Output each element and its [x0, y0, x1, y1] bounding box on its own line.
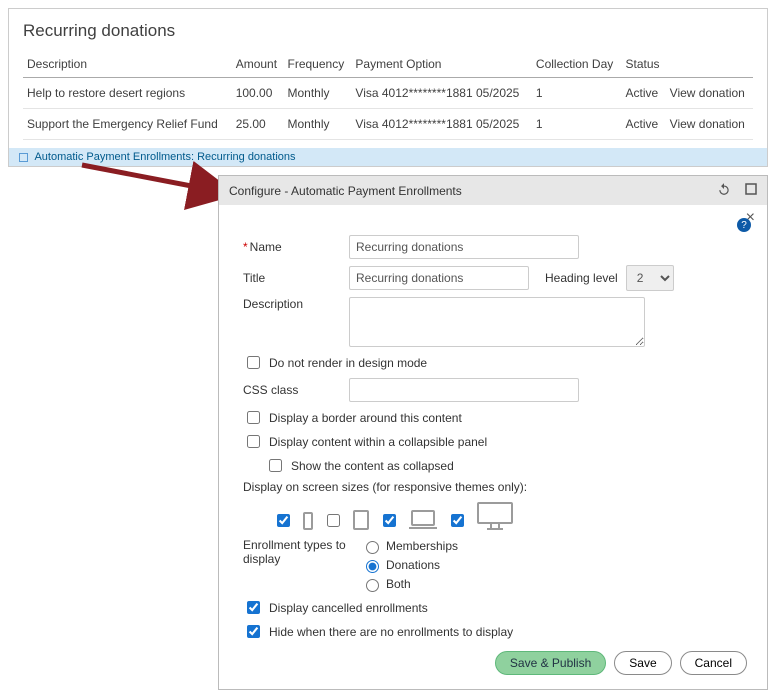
cell-desc: Support the Emergency Relief Fund	[23, 109, 232, 140]
footer-bar[interactable]: Automatic Payment Enrollments: Recurring…	[9, 148, 767, 166]
description-textarea[interactable]	[349, 297, 645, 347]
tablet-icon	[353, 510, 369, 530]
configure-dialog: Configure - Automatic Payment Enrollment…	[218, 175, 768, 690]
collapsible-checkbox[interactable]	[247, 435, 260, 448]
collapsed-label: Show the content as collapsed	[291, 459, 454, 473]
dialog-title: Configure - Automatic Payment Enrollment…	[229, 184, 462, 198]
cell-amount: 25.00	[232, 109, 284, 140]
view-donation-link[interactable]: View donation	[666, 78, 753, 109]
radio-donations[interactable]	[366, 560, 379, 573]
col-payment-option: Payment Option	[351, 51, 531, 78]
col-frequency: Frequency	[284, 51, 352, 78]
laptop-icon	[409, 510, 437, 530]
col-collection-day: Collection Day	[532, 51, 622, 78]
phone-icon	[303, 512, 313, 530]
cell-freq: Monthly	[284, 109, 352, 140]
screen-xs-checkbox[interactable]	[277, 514, 290, 527]
cell-status: Active	[622, 78, 666, 109]
radio-both-label: Both	[386, 577, 411, 591]
cell-day: 1	[532, 109, 622, 140]
donations-table: Description Amount Frequency Payment Opt…	[23, 51, 753, 140]
description-label: Description	[243, 297, 341, 311]
footer-text: Automatic Payment Enrollments: Recurring…	[34, 151, 295, 163]
cell-pay: Visa 4012********1881 05/2025	[351, 109, 531, 140]
radio-donations-label: Donations	[386, 558, 440, 572]
hide-empty-label: Hide when there are no enrollments to di…	[269, 625, 513, 639]
save-button[interactable]: Save	[614, 651, 671, 675]
cell-freq: Monthly	[284, 78, 352, 109]
do-not-render-label: Do not render in design mode	[269, 356, 427, 370]
cell-pay: Visa 4012********1881 05/2025	[351, 78, 531, 109]
border-label: Display a border around this content	[269, 411, 462, 425]
cell-desc: Help to restore desert regions	[23, 78, 232, 109]
radio-memberships-label: Memberships	[386, 539, 458, 553]
help-icon[interactable]: ?	[737, 218, 751, 232]
cancelled-checkbox[interactable]	[247, 601, 260, 614]
screens-label: Display on screen sizes (for responsive …	[243, 480, 747, 494]
col-description: Description	[23, 51, 232, 78]
table-header-row: Description Amount Frequency Payment Opt…	[23, 51, 753, 78]
cancelled-label: Display cancelled enrollments	[269, 601, 428, 615]
cell-status: Active	[622, 109, 666, 140]
border-checkbox[interactable]	[247, 411, 260, 424]
heading-label: Heading level	[545, 271, 618, 285]
do-not-render-checkbox[interactable]	[247, 356, 260, 369]
recurring-donations-panel: Recurring donations Description Amount F…	[8, 8, 768, 167]
col-status: Status	[622, 51, 666, 78]
view-donation-link[interactable]: View donation	[666, 109, 753, 140]
save-publish-button[interactable]: Save & Publish	[495, 651, 606, 675]
screen-size-selector	[273, 502, 747, 530]
enrollment-type-group: Memberships Donations Both	[361, 538, 458, 592]
heading-level-select[interactable]: 2	[626, 265, 674, 291]
name-input[interactable]	[349, 235, 579, 259]
table-row: Support the Emergency Relief Fund 25.00 …	[23, 109, 753, 140]
radio-memberships[interactable]	[366, 541, 379, 554]
cell-day: 1	[532, 78, 622, 109]
footer-marker-icon	[19, 153, 28, 162]
hide-empty-checkbox[interactable]	[247, 625, 260, 638]
title-label: Title	[243, 271, 341, 285]
css-class-input[interactable]	[349, 378, 579, 402]
maximize-icon[interactable]	[745, 183, 757, 198]
title-input[interactable]	[349, 266, 529, 290]
refresh-icon[interactable]	[717, 182, 731, 199]
radio-both[interactable]	[366, 579, 379, 592]
name-label: Name	[243, 240, 341, 254]
screen-lg-checkbox[interactable]	[451, 514, 464, 527]
collapsed-checkbox[interactable]	[269, 459, 282, 472]
collapsible-label: Display content within a collapsible pan…	[269, 435, 487, 449]
cancel-button[interactable]: Cancel	[680, 651, 747, 675]
desktop-icon	[477, 502, 513, 530]
screen-md-checkbox[interactable]	[383, 514, 396, 527]
table-row: Help to restore desert regions 100.00 Mo…	[23, 78, 753, 109]
screen-sm-checkbox[interactable]	[327, 514, 340, 527]
cell-amount: 100.00	[232, 78, 284, 109]
col-action	[666, 51, 753, 78]
panel-title: Recurring donations	[23, 21, 753, 41]
css-class-label: CSS class	[243, 383, 341, 397]
enrollment-type-label: Enrollment types to display	[243, 538, 353, 566]
dialog-header: Configure - Automatic Payment Enrollment…	[219, 176, 767, 205]
col-amount: Amount	[232, 51, 284, 78]
